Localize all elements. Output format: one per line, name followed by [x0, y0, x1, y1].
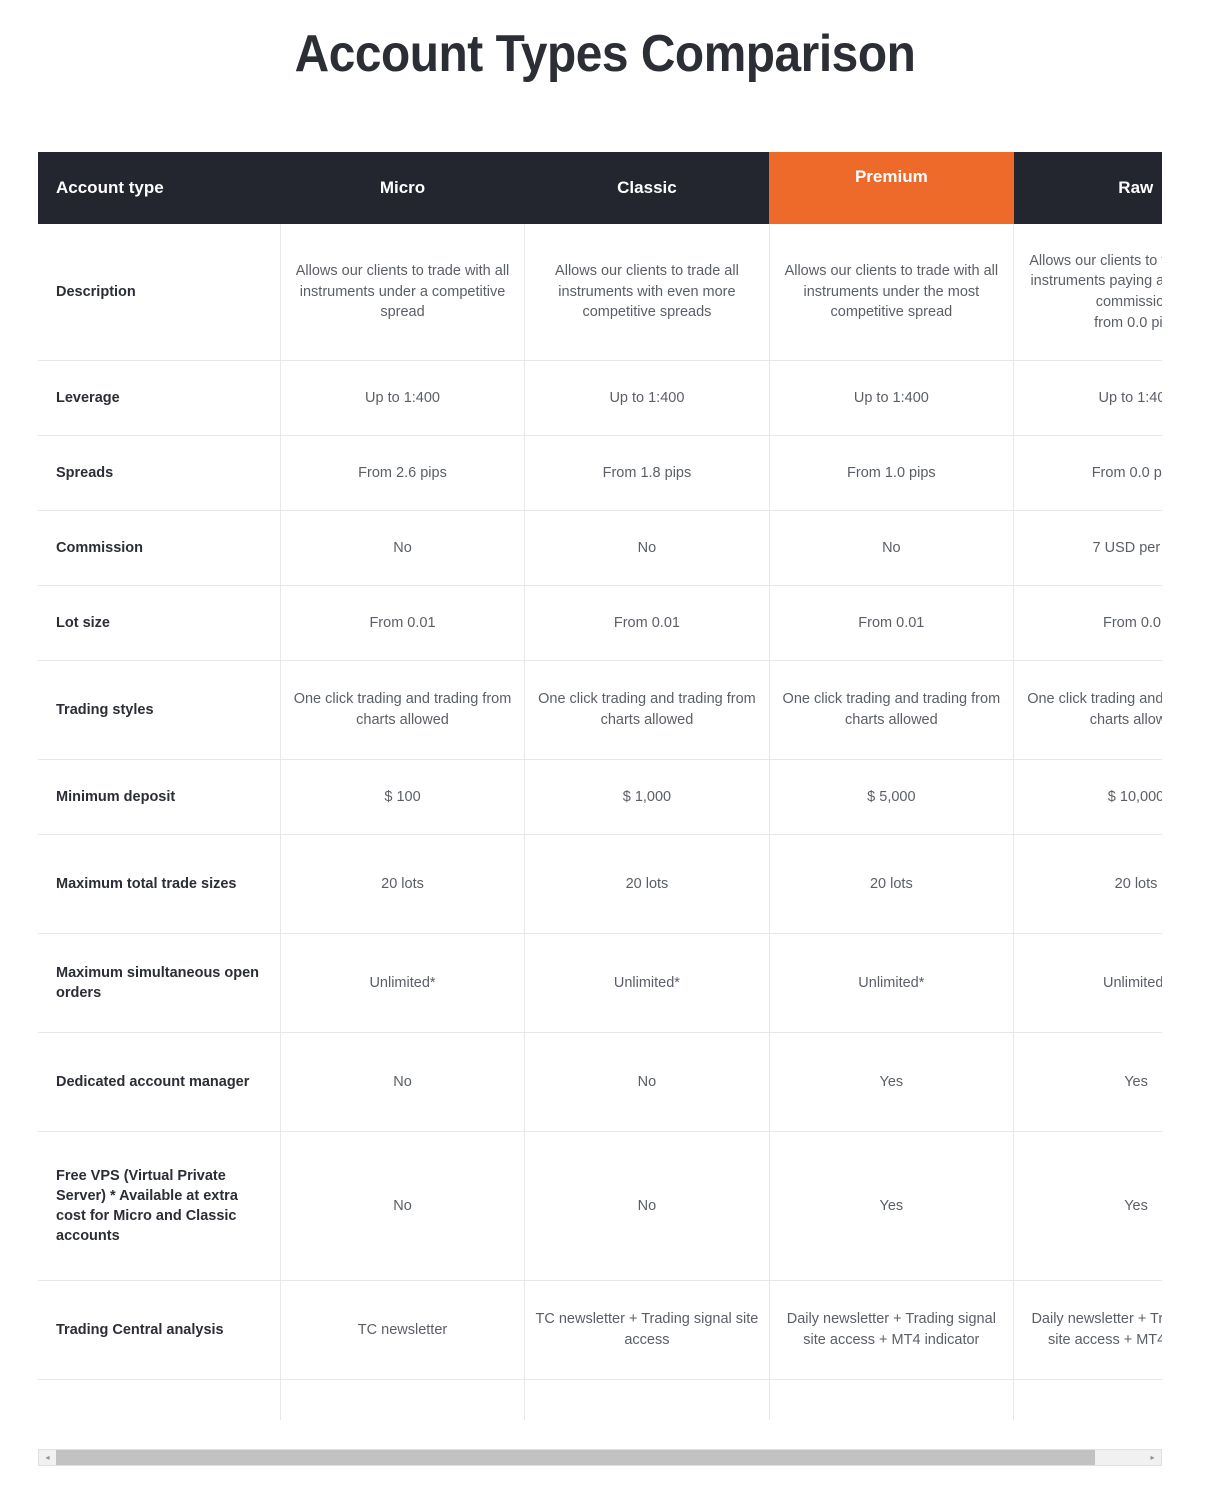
table-header-row: Account type Micro Classic Premium Raw	[38, 152, 1162, 224]
table-row: Leverage Up to 1:400 Up to 1:400 Up to 1:40…	[38, 360, 1162, 436]
cell-micro: No	[280, 510, 526, 586]
cell-micro: Allows our clients to trade with all ins…	[280, 224, 526, 361]
cell-classic: 20 lots	[524, 834, 770, 934]
cell-raw: Daily newsletter + Trading signal site a…	[1013, 1280, 1162, 1380]
cell-classic: One click trading and trading from chart…	[524, 660, 770, 760]
cell-raw: Yes	[1013, 1131, 1162, 1281]
table-row: ATFX online trading courseYesYesYesYes	[38, 1379, 1162, 1420]
cell-micro: No	[280, 1032, 526, 1132]
cell-micro: From 0.01	[280, 585, 526, 661]
column-header-account-type: Account type	[38, 152, 281, 224]
cell-micro: From 2.6 pips	[280, 435, 526, 511]
table-row: CommissionNoNoNo7 USD per lot	[38, 510, 1162, 586]
cell-micro: Unlimited*	[280, 933, 526, 1033]
cell-premium: Unlimited*	[769, 933, 1015, 1033]
horizontal-scrollbar[interactable]: ◂ ▸	[38, 1449, 1162, 1466]
column-header-premium-badge: Premium	[769, 152, 1014, 224]
scrollbar-track[interactable]	[56, 1450, 1144, 1465]
table-header: Account type Micro Classic Premium Raw	[38, 152, 1162, 224]
cell-raw: Allows our clients to trade with all ins…	[1013, 224, 1162, 361]
row-label: Description	[38, 224, 281, 361]
cell-micro: Yes	[280, 1379, 526, 1420]
column-header-micro: Micro	[280, 152, 525, 224]
cell-classic: Up to 1:400	[524, 360, 770, 436]
row-label: Lot size	[38, 585, 281, 661]
table-row: Maximum total trade sizes 20 lots 20 lots 2…	[38, 834, 1162, 934]
table-row: Description Allows our clients to trade w…	[38, 224, 1162, 361]
cell-raw: From 0.01	[1013, 585, 1162, 661]
table-row: Trading Central analysis TC newsletter TC …	[38, 1280, 1162, 1380]
column-header-raw: Raw	[1013, 152, 1162, 224]
cell-raw: Unlimited*	[1013, 933, 1162, 1033]
cell-classic: No	[524, 1131, 770, 1281]
row-label: Spreads	[38, 435, 281, 511]
row-label: Trading Central analysis	[38, 1280, 281, 1380]
cell-raw: $ 10,000	[1013, 759, 1162, 835]
table-body: Description Allows our clients to trade w…	[38, 224, 1162, 1420]
cell-premium: No	[769, 510, 1015, 586]
table-row: Spreads From 2.6 pips From 1.8 pips From 1.…	[38, 435, 1162, 511]
cell-micro: TC newsletter	[280, 1280, 526, 1380]
cell-premium: $ 5,000	[769, 759, 1015, 835]
cell-micro: No	[280, 1131, 526, 1281]
cell-premium: Daily newsletter + Trading signal site a…	[769, 1280, 1015, 1380]
cell-raw: Yes	[1013, 1379, 1162, 1420]
cell-premium: Yes	[769, 1379, 1015, 1420]
table-row: Trading styles One click trading and trad…	[38, 660, 1162, 760]
account-types-comparison-table: Account type Micro Classic Premium Raw D…	[38, 152, 1162, 1420]
cell-micro: One click trading and trading from chart…	[280, 660, 526, 760]
row-label: Trading styles	[38, 660, 281, 760]
cell-classic: TC newsletter + Trading signal site acce…	[524, 1280, 770, 1380]
cell-classic: Allows our clients to trade all instrume…	[524, 224, 770, 361]
table-row: Dedicated account manager No No Yes Yes	[38, 1032, 1162, 1132]
cell-micro: 20 lots	[280, 834, 526, 934]
cell-classic: From 0.01	[524, 585, 770, 661]
row-label: Free VPS (Virtual Private Server) * Avai…	[38, 1131, 281, 1281]
cell-raw: 7 USD per lot	[1013, 510, 1162, 586]
row-label: Minimum deposit	[38, 759, 281, 835]
table-row: Lot size From 0.01 From 0.01 From 0.01 From …	[38, 585, 1162, 661]
cell-raw: 20 lots	[1013, 834, 1162, 934]
cell-classic: Yes	[524, 1379, 770, 1420]
scroll-right-arrow-icon[interactable]: ▸	[1144, 1450, 1161, 1465]
cell-premium: Allows our clients to trade with all ins…	[769, 224, 1015, 361]
cell-classic: From 1.8 pips	[524, 435, 770, 511]
scroll-left-arrow-icon[interactable]: ◂	[39, 1450, 56, 1465]
scrollbar-thumb[interactable]	[56, 1450, 1096, 1465]
row-label: Maximum simultaneous open orders	[38, 933, 281, 1033]
row-label: Maximum total trade sizes	[38, 834, 281, 934]
row-label: ATFX online trading course	[38, 1379, 281, 1420]
table-row: Free VPS (Virtual Private Server) * Avai…	[38, 1131, 1162, 1281]
cell-premium: One click trading and trading from chart…	[769, 660, 1015, 760]
cell-premium: Up to 1:400	[769, 360, 1015, 436]
cell-raw: One click trading and trading from chart…	[1013, 660, 1162, 760]
column-header-premium: Premium	[769, 152, 1014, 224]
row-label: Dedicated account manager	[38, 1032, 281, 1132]
cell-raw: Yes	[1013, 1032, 1162, 1132]
cell-premium: Yes	[769, 1032, 1015, 1132]
cell-premium: From 0.01	[769, 585, 1015, 661]
cell-premium: 20 lots	[769, 834, 1015, 934]
cell-premium: Yes	[769, 1131, 1015, 1281]
cell-premium: From 1.0 pips	[769, 435, 1015, 511]
comparison-table-viewport: Account type Micro Classic Premium Raw D…	[38, 152, 1162, 1420]
cell-classic: $ 1,000	[524, 759, 770, 835]
column-header-classic: Classic	[524, 152, 770, 224]
cell-micro: Up to 1:400	[280, 360, 526, 436]
page-title: Account Types Comparison	[294, 25, 916, 83]
cell-raw: From 0.0 pips	[1013, 435, 1162, 511]
table-row: Minimum deposit $ 100 $ 1,000 $ 5,000 $ 10,0…	[38, 759, 1162, 835]
cell-raw: Up to 1:400	[1013, 360, 1162, 436]
cell-classic: No	[524, 510, 770, 586]
row-label: Leverage	[38, 360, 281, 436]
table-row: Maximum simultaneous open orders Unlimite…	[38, 933, 1162, 1033]
cell-micro: $ 100	[280, 759, 526, 835]
row-label: Commission	[38, 510, 281, 586]
cell-classic: No	[524, 1032, 770, 1132]
cell-classic: Unlimited*	[524, 933, 770, 1033]
